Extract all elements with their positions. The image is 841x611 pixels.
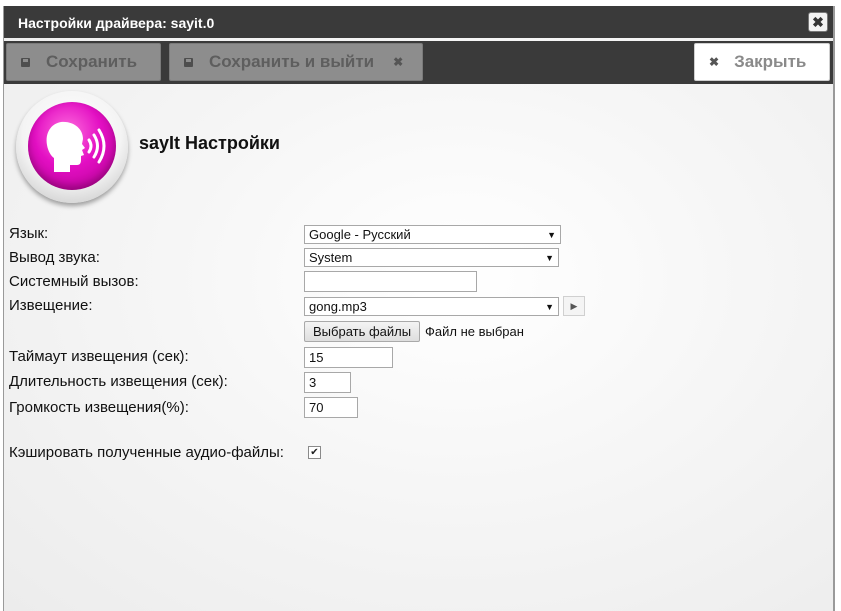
choose-files-button[interactable]: Выбрать файлы [304, 321, 421, 342]
save-button[interactable]: Сохранить [6, 43, 161, 81]
speaking-head-icon [16, 91, 128, 203]
floppy-icon [21, 57, 30, 67]
sound-output-select[interactable]: System ▼ [304, 248, 559, 267]
close-icon: ✖ [393, 55, 404, 69]
announce-timeout-input[interactable]: 15 [304, 347, 393, 368]
settings-dialog: Настройки драйвера: sayit.0 ✖ Сохранить … [3, 6, 835, 611]
floppy-icon [184, 57, 193, 67]
dialog-title: Настройки драйвера: sayit.0 [18, 15, 215, 31]
save-and-exit-button-label: Сохранить и выйти [209, 52, 375, 71]
save-and-exit-button[interactable]: Сохранить и выйти ✖ [169, 43, 423, 81]
sound-output-value: System [309, 250, 353, 265]
close-icon: ✖ [812, 14, 824, 30]
page-title: sayIt Настройки [139, 133, 280, 153]
play-icon: ▶ [570, 301, 578, 311]
announce-duration-input[interactable]: 3 [304, 372, 351, 393]
system-call-input[interactable] [304, 271, 477, 292]
dialog-close-button[interactable]: ✖ [808, 12, 828, 32]
language-value: Google - Русский [309, 227, 411, 242]
sound-output-label: Вывод звука: [9, 249, 100, 266]
system-call-label: Системный вызов: [9, 273, 139, 290]
announce-timeout-label: Таймаут извещения (сек): [9, 348, 189, 365]
cache-files-checkbox[interactable]: ✔ [308, 446, 321, 459]
chevron-down-icon: ▼ [545, 253, 554, 263]
close-button[interactable]: ✖ Закрыть [694, 43, 830, 81]
checkmark-icon: ✔ [310, 447, 319, 458]
announce-volume-input[interactable]: 70 [304, 397, 358, 418]
play-button[interactable]: ▶ [563, 296, 585, 316]
cache-files-label: Кэшировать полученные аудио-файлы: [9, 444, 284, 461]
chevron-down-icon: ▼ [547, 230, 556, 240]
announce-value: gong.mp3 [309, 299, 367, 314]
announce-duration-value: 3 [309, 375, 317, 390]
chevron-down-icon: ▼ [545, 302, 554, 312]
close-icon: ✖ [709, 55, 720, 69]
announce-timeout-value: 15 [309, 350, 324, 365]
file-status-text: Файл не выбран [425, 324, 524, 339]
close-button-label: Закрыть [734, 52, 807, 71]
announce-label: Извещение: [9, 297, 93, 314]
dialog-toolbar: Сохранить Сохранить и выйти ✖ ✖ Закрыть [4, 41, 833, 84]
announce-volume-value: 70 [309, 400, 324, 415]
language-label: Язык: [9, 225, 49, 242]
save-button-label: Сохранить [46, 52, 138, 71]
announce-duration-label: Длительность извещения (сек): [9, 373, 228, 390]
announce-select[interactable]: gong.mp3 ▼ [304, 297, 559, 316]
announce-volume-label: Громкость извещения(%): [9, 399, 189, 416]
dialog-titlebar: Настройки драйвера: sayit.0 ✖ [4, 6, 833, 38]
language-select[interactable]: Google - Русский ▼ [304, 225, 561, 244]
